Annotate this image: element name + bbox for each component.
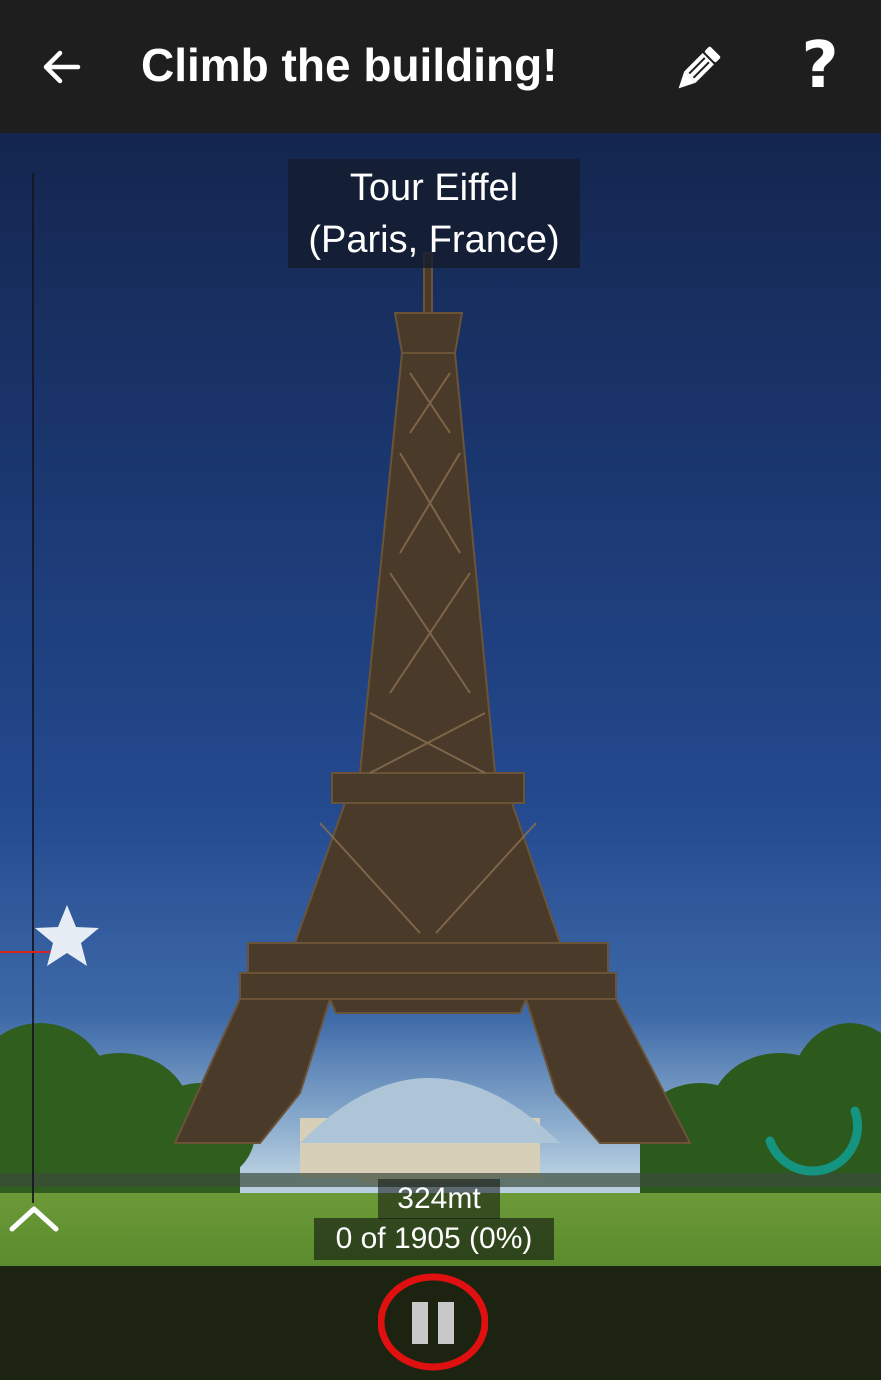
- progress-track: [32, 173, 34, 1203]
- pencil-icon: [678, 46, 721, 89]
- edit-button[interactable]: [662, 35, 732, 105]
- climb-screen: Climb the building! ? Tour Eiffel (Paris…: [0, 0, 881, 1380]
- building-name-label: Tour Eiffel (Paris, France): [288, 159, 580, 268]
- pause-button[interactable]: [378, 1272, 488, 1372]
- eiffel-tower-image: [0, 252, 881, 1203]
- arrow-left-icon: [43, 50, 81, 84]
- building-view: Tour Eiffel (Paris, France) 324mt 0 of 1…: [0, 133, 881, 1266]
- app-bar: Climb the building! ?: [0, 0, 881, 133]
- star-icon: [35, 905, 99, 966]
- help-button[interactable]: ?: [790, 30, 850, 102]
- page-title: Climb the building!: [141, 39, 558, 91]
- height-label: 324mt: [378, 1179, 500, 1219]
- back-button[interactable]: [30, 35, 94, 99]
- spinner-icon: [765, 1106, 863, 1176]
- chevron-up-icon[interactable]: [6, 1203, 62, 1233]
- pause-icon: [412, 1302, 454, 1344]
- progress-count-label: 0 of 1905 (0%): [314, 1218, 554, 1260]
